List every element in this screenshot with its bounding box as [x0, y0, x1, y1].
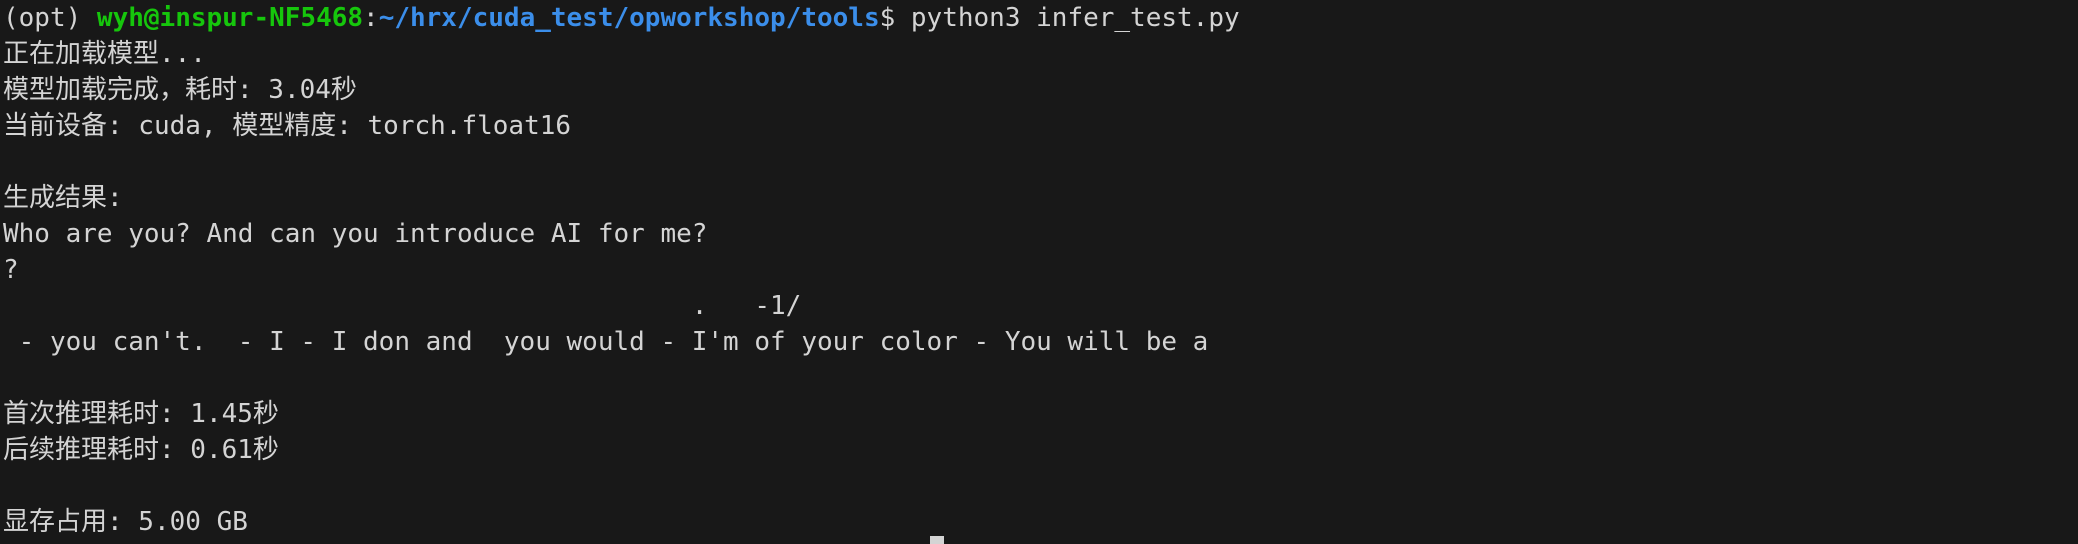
output-line-result-header: 生成结果: [3, 183, 123, 213]
prompt-user-host: wyh@inspur-NF5468 [96, 3, 364, 33]
output-line-next-infer-time: 后续推理耗时: 0.61秒 [3, 435, 279, 465]
output-line-memory: 显存占用: 5.00 GB [3, 507, 248, 537]
output-line-prompt-text: Who are you? And can you introduce AI fo… [3, 219, 708, 249]
output-line-generated-2: - you can't. - I - I don and you would -… [3, 327, 1209, 357]
prompt-command: python3 infer_test.py [910, 3, 1240, 33]
output-line-blank [3, 468, 2078, 504]
output-line-blank [3, 360, 2078, 396]
output-line-first-infer-time: 首次推理耗时: 1.45秒 [3, 399, 279, 429]
output-line-blank [3, 144, 2078, 180]
prompt-symbol: $ [879, 3, 911, 33]
prompt-path: ~/hrx/cuda_test/opworkshop/tools [378, 3, 880, 33]
prompt-line: (opt) wyh@inspur-NF5468:~/hrx/cuda_test/… [3, 0, 2078, 36]
output-line-generated-1: . -1/ [3, 291, 802, 321]
cursor-row [0, 536, 2078, 544]
output-line-load-time: 模型加载完成，耗时: 3.04秒 [3, 75, 357, 105]
prompt-separator: : [363, 3, 379, 33]
text-cursor [930, 536, 944, 544]
output-line-device: 当前设备: cuda, 模型精度: torch.float16 [3, 111, 572, 141]
output-line-question-mark: ? [3, 255, 19, 285]
prompt-env: (opt) [3, 3, 97, 33]
terminal-window[interactable]: (opt) wyh@inspur-NF5468:~/hrx/cuda_test/… [0, 0, 2078, 544]
output-line-loading: 正在加载模型... [3, 39, 206, 69]
